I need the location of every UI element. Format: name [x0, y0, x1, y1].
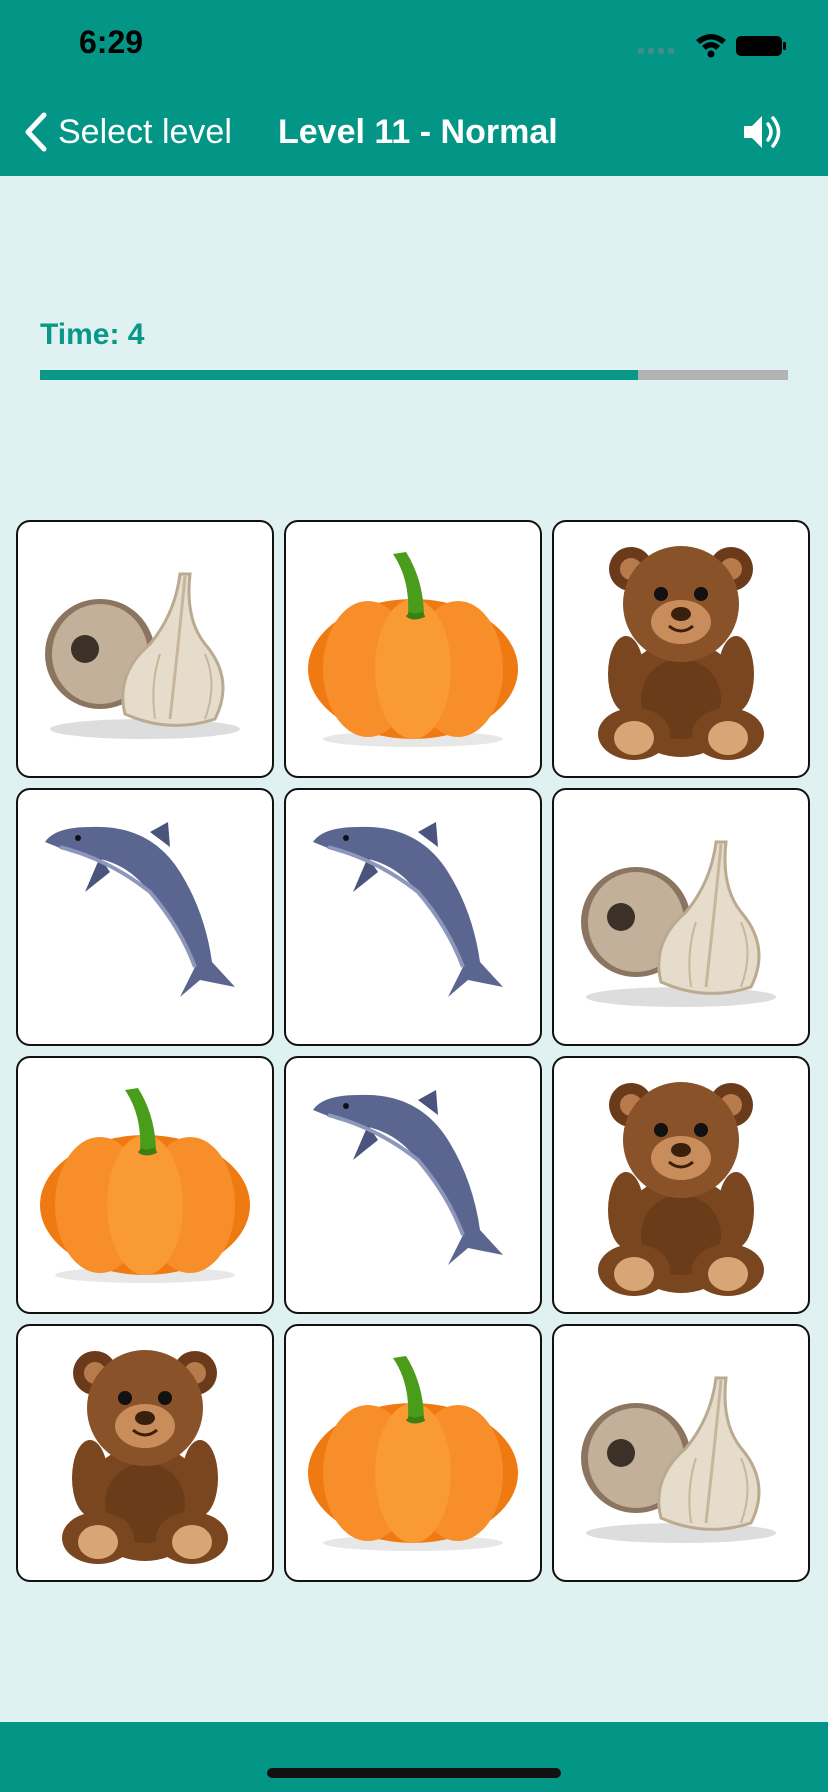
card-teddy-bear[interactable] [552, 1056, 810, 1314]
card-garlic[interactable] [552, 788, 810, 1046]
speaker-icon [744, 116, 781, 148]
back-label: Select level [58, 112, 232, 151]
status-time: 6:29 [79, 24, 144, 60]
bottom-bar [0, 1722, 828, 1792]
pumpkin-icon [308, 1356, 518, 1551]
teddy-bear-icon [62, 1350, 228, 1564]
card-dolphin[interactable] [284, 788, 542, 1046]
teddy-bear-icon [598, 546, 764, 760]
signal-icon [638, 48, 674, 54]
card-pumpkin[interactable] [16, 1056, 274, 1314]
timer-progress-fill [40, 370, 639, 380]
timer-progress-bar [40, 370, 788, 380]
dolphin-icon [313, 822, 503, 997]
card-teddy-bear[interactable] [552, 520, 810, 778]
card-teddy-bear[interactable] [16, 1324, 274, 1582]
page-title: Level 11 - Normal [278, 113, 558, 151]
wifi-icon [696, 34, 726, 58]
garlic-icon [581, 840, 776, 1007]
teddy-bear-icon [598, 1082, 764, 1296]
garlic-icon [45, 572, 240, 739]
chevron-left-icon [25, 112, 47, 152]
card-dolphin[interactable] [16, 788, 274, 1046]
pumpkin-icon [308, 552, 518, 747]
garlic-icon [581, 1376, 776, 1543]
dolphin-icon [313, 1090, 503, 1265]
battery-icon [736, 36, 786, 56]
card-pumpkin[interactable] [284, 1324, 542, 1582]
timer-label: Time: 4 [40, 318, 145, 351]
pumpkin-icon [40, 1088, 250, 1283]
top-bar: 6:29 Select level Level 11 - Normal [0, 0, 828, 176]
dolphin-icon [45, 822, 235, 997]
card-grid [16, 520, 812, 1582]
card-pumpkin[interactable] [284, 520, 542, 778]
card-garlic[interactable] [16, 520, 274, 778]
card-dolphin[interactable] [284, 1056, 542, 1314]
status-icons [638, 30, 788, 65]
home-indicator [267, 1768, 561, 1778]
card-garlic[interactable] [552, 1324, 810, 1582]
back-button[interactable]: Select level [22, 110, 232, 154]
sound-button[interactable] [740, 110, 784, 154]
